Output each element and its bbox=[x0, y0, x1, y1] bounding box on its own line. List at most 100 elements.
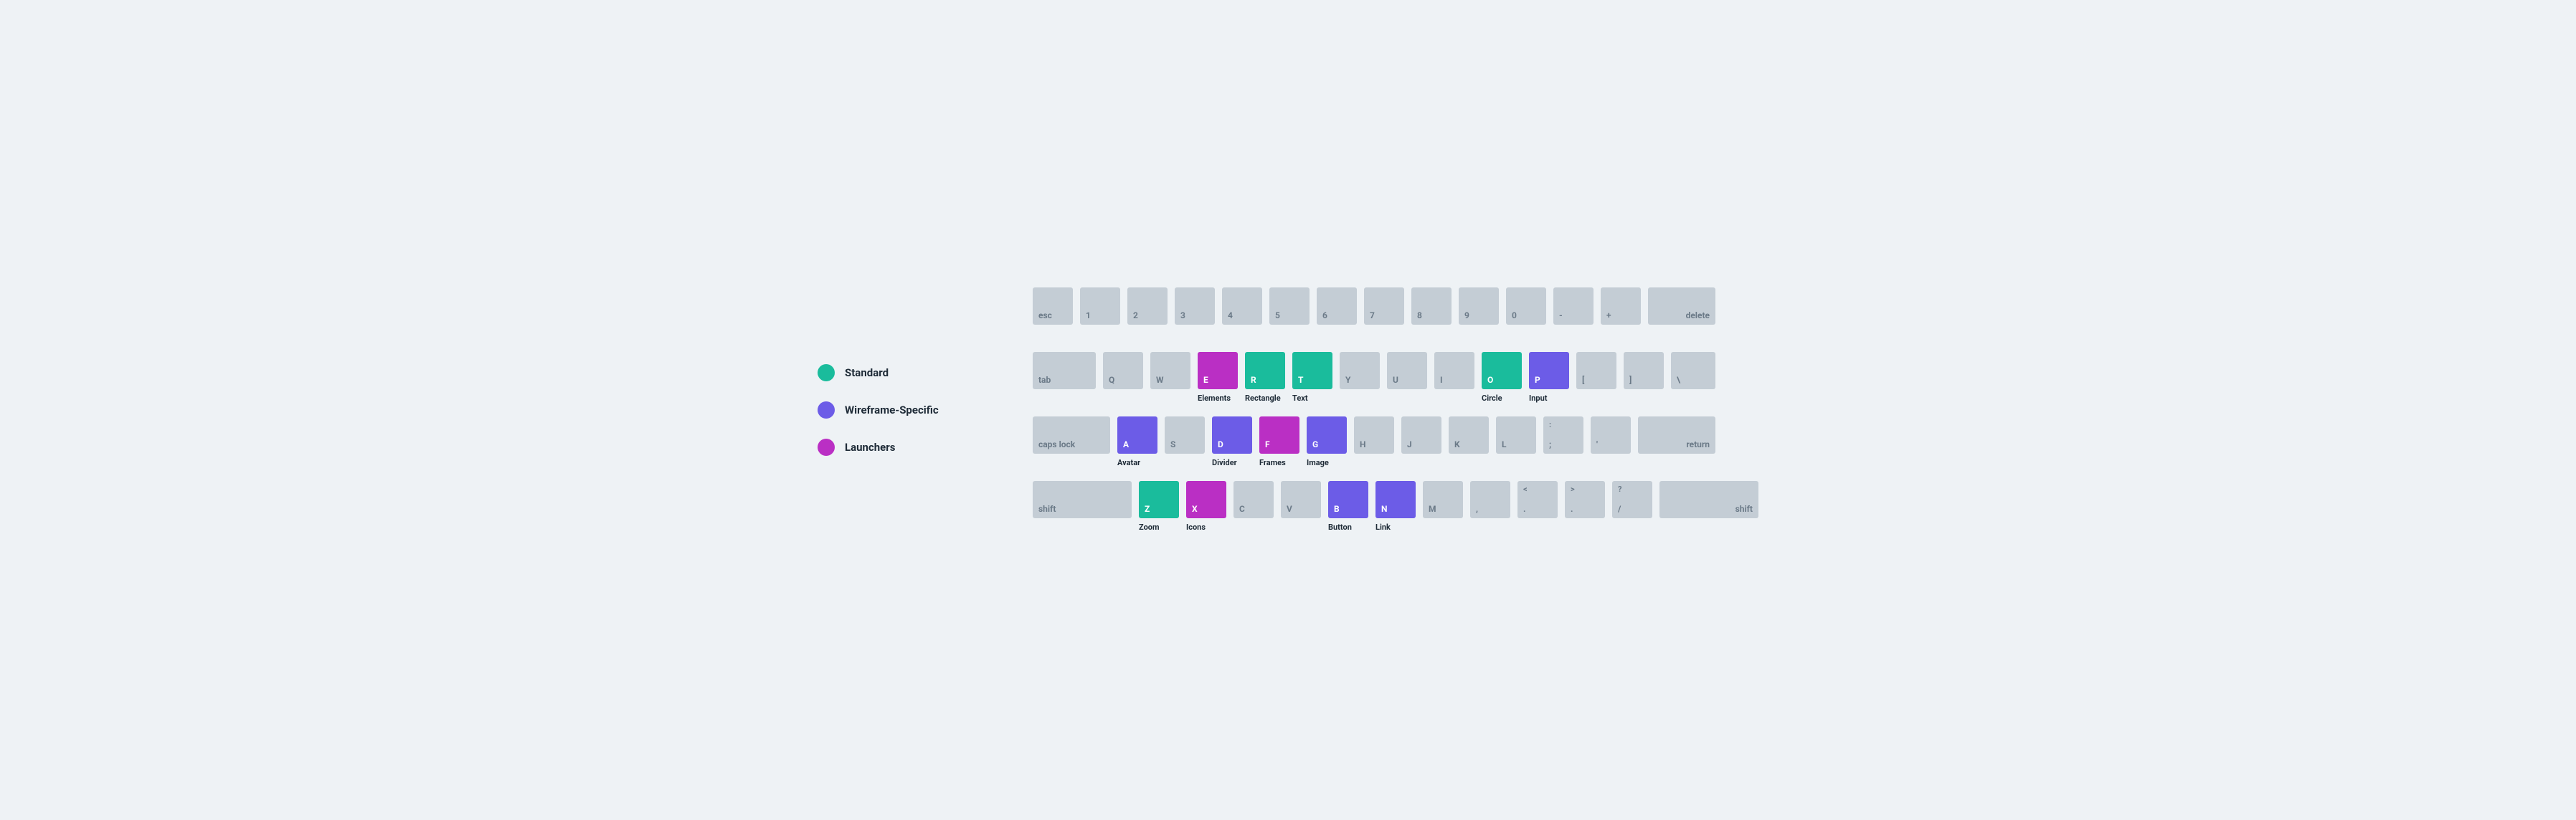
keyboard-row: esc 1 2 3 4 5 6 7 8 9 0 - + delete bbox=[1033, 287, 1758, 339]
key-label: ' bbox=[1596, 440, 1598, 449]
key-wrap: :; bbox=[1543, 416, 1583, 468]
key-label: H bbox=[1360, 440, 1365, 449]
key-z: Z bbox=[1139, 481, 1179, 518]
shortcut-diagram: Standard Wireframe-Specific Launchers es… bbox=[818, 287, 1758, 533]
key-sublabel: Image bbox=[1307, 458, 1347, 468]
key-sublabel: Link bbox=[1375, 523, 1416, 533]
key-wrap: ?/ bbox=[1612, 481, 1652, 533]
key-wrap: 7 bbox=[1364, 287, 1404, 339]
key-label: 9 bbox=[1464, 311, 1469, 320]
key-label: ] bbox=[1629, 376, 1632, 385]
key-wrap: <. bbox=[1517, 481, 1558, 533]
key-sublabel bbox=[1233, 523, 1274, 533]
key-q: Q bbox=[1103, 352, 1143, 389]
key-: \ bbox=[1671, 352, 1715, 389]
key-sublabel bbox=[1496, 458, 1536, 468]
key-sublabel bbox=[1033, 523, 1132, 533]
key-4: 4 bbox=[1222, 287, 1262, 325]
key-label: 3 bbox=[1180, 311, 1185, 320]
key-wrap: , bbox=[1470, 481, 1510, 533]
key-sublabel bbox=[1449, 458, 1489, 468]
key-wrap: shift bbox=[1033, 481, 1132, 533]
key-wrap: 5 bbox=[1269, 287, 1310, 339]
key-wrap: RRectangle bbox=[1245, 352, 1285, 404]
key-label: 6 bbox=[1322, 311, 1327, 320]
key-sublabel bbox=[1659, 523, 1758, 533]
key-sublabel bbox=[1648, 329, 1715, 339]
key-sublabel: Input bbox=[1529, 394, 1569, 404]
key-label: V bbox=[1287, 505, 1292, 514]
legend-swatch-wireframe bbox=[818, 401, 835, 419]
key-upper-glyph: > bbox=[1571, 485, 1575, 494]
key-sublabel bbox=[1591, 458, 1631, 468]
key-wrap: >. bbox=[1565, 481, 1605, 533]
key-wrap: N Link bbox=[1375, 481, 1416, 533]
key-wrap: delete bbox=[1648, 287, 1715, 339]
key-: ' bbox=[1591, 416, 1631, 454]
key-sublabel bbox=[1080, 329, 1120, 339]
key-wrap: 1 bbox=[1080, 287, 1120, 339]
key-return: return bbox=[1638, 416, 1715, 454]
key-wrap: 2 bbox=[1127, 287, 1168, 339]
key-sublabel bbox=[1459, 329, 1499, 339]
key-wrap: BButton bbox=[1328, 481, 1368, 533]
key-label: , bbox=[1476, 505, 1478, 514]
key-wrap: 9 bbox=[1459, 287, 1499, 339]
key-9: 9 bbox=[1459, 287, 1499, 325]
key-wrap: + bbox=[1601, 287, 1641, 339]
key-label: N bbox=[1381, 505, 1387, 514]
key-label: T bbox=[1298, 376, 1303, 385]
key-u: U bbox=[1387, 352, 1427, 389]
key-label: [ bbox=[1582, 376, 1584, 385]
key-wrap: - bbox=[1553, 287, 1594, 339]
key-n: N bbox=[1375, 481, 1416, 518]
key-label: / bbox=[1618, 505, 1621, 514]
key-esc: esc bbox=[1033, 287, 1073, 325]
legend-swatch-standard bbox=[818, 364, 835, 381]
key-wrap: esc bbox=[1033, 287, 1073, 339]
key-sublabel bbox=[1401, 458, 1441, 468]
keyboard-row: tab Q W EElementsRRectangleTTextY U I OC… bbox=[1033, 352, 1758, 404]
key-label: K bbox=[1454, 440, 1460, 449]
key-sublabel bbox=[1506, 329, 1546, 339]
key-: ?/ bbox=[1612, 481, 1652, 518]
key-sublabel bbox=[1150, 394, 1190, 404]
key-wrap: OCircle bbox=[1482, 352, 1522, 404]
key-a: A bbox=[1117, 416, 1157, 454]
key-wrap: I bbox=[1434, 352, 1474, 404]
legend-label: Standard bbox=[845, 366, 889, 379]
key-label: caps lock bbox=[1038, 440, 1075, 449]
key-wrap: 6 bbox=[1317, 287, 1357, 339]
key-wrap: J bbox=[1401, 416, 1441, 468]
key-2: 2 bbox=[1127, 287, 1168, 325]
key-wrap: shift bbox=[1659, 481, 1758, 533]
key-g: G bbox=[1307, 416, 1347, 454]
key-i: I bbox=[1434, 352, 1474, 389]
key-sublabel bbox=[1354, 458, 1394, 468]
key-sublabel bbox=[1434, 394, 1474, 404]
key-0: 0 bbox=[1506, 287, 1546, 325]
key-label: \ bbox=[1677, 376, 1680, 385]
key-wrap: Y bbox=[1340, 352, 1380, 404]
key-label: X bbox=[1192, 505, 1198, 514]
key-wrap: L bbox=[1496, 416, 1536, 468]
key-3: 3 bbox=[1175, 287, 1215, 325]
key-f: F bbox=[1259, 416, 1299, 454]
key-label: 4 bbox=[1228, 311, 1233, 320]
key-wrap: caps lock bbox=[1033, 416, 1110, 468]
key-label: Q bbox=[1109, 376, 1114, 385]
key-wrap: ZZoom bbox=[1139, 481, 1179, 533]
key-upper-glyph: : bbox=[1549, 421, 1551, 429]
key-label: A bbox=[1123, 440, 1129, 449]
key-label: D bbox=[1218, 440, 1223, 449]
key-v: V bbox=[1281, 481, 1321, 518]
key-wrap: C bbox=[1233, 481, 1274, 533]
key-label: C bbox=[1239, 505, 1245, 514]
key-wrap: XIcons bbox=[1186, 481, 1226, 533]
key-sublabel bbox=[1033, 329, 1073, 339]
key-wrap: V bbox=[1281, 481, 1321, 533]
key-sublabel: Rectangle bbox=[1245, 394, 1285, 404]
key-label: 0 bbox=[1512, 311, 1517, 320]
key-wrap: EElements bbox=[1198, 352, 1238, 404]
key-sublabel: Circle bbox=[1482, 394, 1522, 404]
